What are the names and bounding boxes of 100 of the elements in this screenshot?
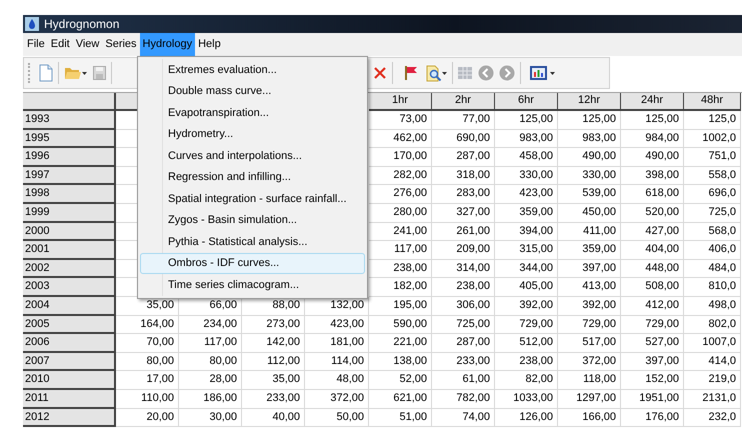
table-cell: 77,00 bbox=[432, 111, 495, 130]
table-cell: 983,00 bbox=[558, 130, 621, 148]
row-header[interactable]: 1997 bbox=[23, 166, 116, 186]
table-cell: 186,00 bbox=[179, 390, 242, 408]
table-cell: 82,00 bbox=[495, 371, 558, 390]
column-header[interactable]: 48hr bbox=[684, 93, 741, 111]
table-cell: 232,0 bbox=[684, 408, 741, 428]
table-cell: 125,00 bbox=[495, 111, 558, 130]
row-header[interactable]: 2003 bbox=[23, 278, 116, 297]
row-header[interactable]: 2002 bbox=[23, 260, 116, 278]
menu-item[interactable]: Series bbox=[102, 33, 140, 56]
table-cell: 241,00 bbox=[369, 222, 432, 242]
table-cell: 70,00 bbox=[116, 334, 179, 353]
table-cell: 394,00 bbox=[495, 222, 558, 242]
menu-item[interactable]: Help bbox=[195, 33, 224, 56]
menu-option[interactable]: Pythia - Statistical analysis... bbox=[140, 231, 365, 252]
table-cell: 238,00 bbox=[432, 278, 495, 297]
table-cell: 423,00 bbox=[495, 185, 558, 204]
table-cell: 166,00 bbox=[558, 408, 621, 428]
row-header[interactable]: 2007 bbox=[23, 352, 116, 372]
table-cell: 51,00 bbox=[369, 408, 432, 428]
table-cell: 558,0 bbox=[684, 166, 741, 186]
table-cell: 344,00 bbox=[495, 260, 558, 278]
menu-option[interactable]: Evapotranspiration... bbox=[140, 102, 365, 124]
menu-option[interactable]: Double mass curve... bbox=[140, 80, 365, 102]
row-header[interactable]: 2005 bbox=[23, 316, 116, 334]
row-header[interactable]: 1995 bbox=[23, 130, 116, 148]
table-cell: 195,00 bbox=[369, 296, 432, 316]
table-cell: 327,00 bbox=[432, 204, 495, 223]
table-cell: 618,00 bbox=[621, 185, 684, 204]
menu-option[interactable]: Hydrometry... bbox=[140, 124, 365, 145]
table-cell: 405,00 bbox=[495, 278, 558, 297]
table-cell: 233,00 bbox=[242, 390, 305, 408]
table-cell: 725,0 bbox=[684, 204, 741, 223]
column-header[interactable]: 2hr bbox=[432, 93, 495, 111]
row-header[interactable]: 1996 bbox=[23, 148, 116, 167]
table-cell: 114,00 bbox=[305, 352, 369, 372]
table-cell: 125,00 bbox=[558, 111, 621, 130]
menu-item[interactable]: Edit bbox=[48, 33, 73, 56]
menu-option[interactable]: Zygos - Basin simulation... bbox=[140, 210, 365, 231]
table-cell: 40,00 bbox=[242, 408, 305, 428]
column-header[interactable]: 6hr bbox=[495, 93, 558, 111]
column-header[interactable]: 24hr bbox=[621, 93, 684, 111]
menu-item[interactable]: View bbox=[72, 33, 102, 56]
table-cell: 283,00 bbox=[432, 185, 495, 204]
table-cell: 448,00 bbox=[621, 260, 684, 278]
row-header[interactable]: 2001 bbox=[23, 241, 116, 260]
table-cell: 176,00 bbox=[621, 408, 684, 428]
table-cell: 984,00 bbox=[621, 130, 684, 148]
table-cell: 406,0 bbox=[684, 241, 741, 260]
table-cell: 80,00 bbox=[179, 352, 242, 372]
menu-item[interactable]: Hydrology bbox=[140, 33, 196, 56]
table-cell: 427,00 bbox=[621, 222, 684, 242]
table-cell: 398,00 bbox=[621, 166, 684, 186]
column-header[interactable]: 1hr bbox=[369, 93, 432, 111]
menu-option[interactable]: Spatial integration - surface rainfall... bbox=[140, 188, 365, 210]
table-cell: 261,00 bbox=[432, 222, 495, 242]
table-cell: 50,00 bbox=[305, 408, 369, 428]
table-cell: 209,00 bbox=[432, 241, 495, 260]
row-header[interactable]: 1999 bbox=[23, 204, 116, 223]
table-cell: 484,0 bbox=[684, 260, 741, 278]
row-header[interactable]: 2006 bbox=[23, 334, 116, 353]
row-header[interactable]: 2011 bbox=[23, 390, 116, 408]
table-cell: 152,00 bbox=[621, 371, 684, 390]
table-cell: 397,00 bbox=[621, 352, 684, 372]
table-cell: 983,00 bbox=[495, 130, 558, 148]
table-cell: 517,00 bbox=[558, 334, 621, 353]
table-cell: 170,00 bbox=[369, 148, 432, 167]
menu-item[interactable]: File bbox=[24, 33, 48, 56]
table-cell: 28,00 bbox=[179, 371, 242, 390]
table-cell: 2131,0 bbox=[684, 390, 741, 408]
table-cell: 1002,0 bbox=[684, 130, 741, 148]
table-cell: 280,00 bbox=[369, 204, 432, 223]
row-header[interactable]: 2000 bbox=[23, 222, 116, 242]
row-header[interactable]: 2012 bbox=[23, 408, 116, 428]
table-cell: 539,00 bbox=[558, 185, 621, 204]
column-header[interactable]: 12hr bbox=[558, 93, 621, 111]
menu-option[interactable]: Ombros - IDF curves... bbox=[140, 252, 365, 274]
table-cell: 751,0 bbox=[684, 148, 741, 167]
table-cell: 392,00 bbox=[495, 296, 558, 316]
menu-option[interactable]: Time series climacogram... bbox=[140, 274, 365, 296]
table-cell: 1007,0 bbox=[684, 334, 741, 353]
menu-option[interactable]: Curves and interpolations... bbox=[140, 145, 365, 166]
table-cell: 287,00 bbox=[432, 148, 495, 167]
table-cell: 74,00 bbox=[432, 408, 495, 428]
row-header[interactable]: 1998 bbox=[23, 185, 116, 204]
menu-option[interactable]: Extremes evaluation... bbox=[140, 59, 365, 80]
table-cell: 392,00 bbox=[558, 296, 621, 316]
table-cell: 61,00 bbox=[432, 371, 495, 390]
table-cell: 1297,00 bbox=[558, 390, 621, 408]
table-cell: 520,00 bbox=[621, 204, 684, 223]
table-cell: 164,00 bbox=[116, 316, 179, 334]
table-cell: 450,00 bbox=[558, 204, 621, 223]
table-cell: 138,00 bbox=[369, 352, 432, 372]
row-header[interactable]: 1993 bbox=[23, 111, 116, 130]
row-header[interactable]: 2010 bbox=[23, 371, 116, 390]
menu-option[interactable]: Regression and infilling... bbox=[140, 166, 365, 188]
table-cell: 117,00 bbox=[179, 334, 242, 353]
table-cell: 20,00 bbox=[116, 408, 179, 428]
row-header[interactable]: 2004 bbox=[23, 296, 116, 316]
